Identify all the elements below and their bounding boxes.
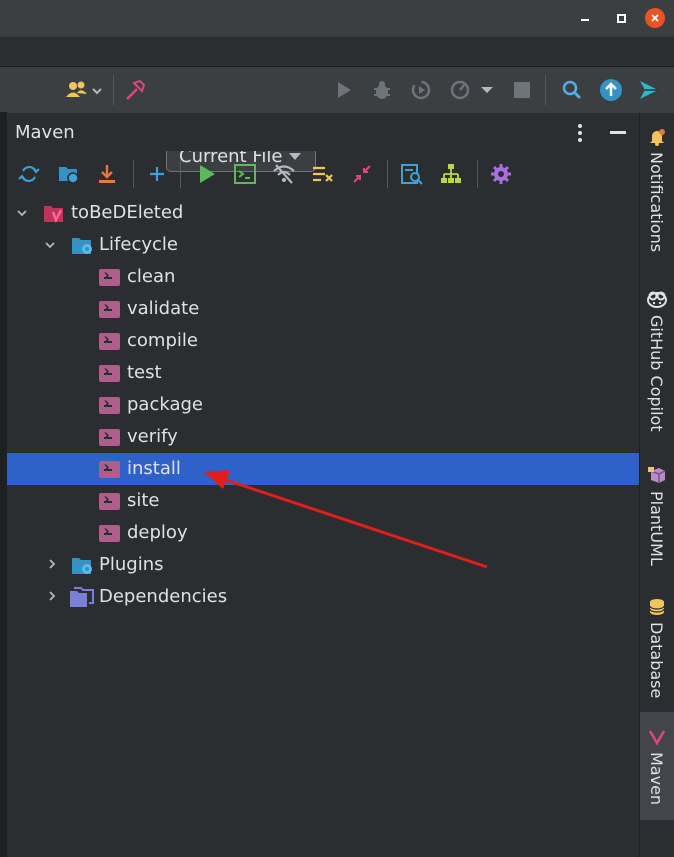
tab-notifications[interactable]: Notifications	[639, 128, 674, 252]
tab-plantuml[interactable]: PlantUML	[639, 465, 674, 566]
tab-label: Database	[647, 622, 666, 699]
annotation-arrow	[204, 470, 488, 569]
tab-label: PlantUML	[647, 491, 666, 566]
copilot-icon	[646, 291, 667, 308]
tab-label: Maven	[647, 752, 666, 806]
plantuml-icon	[647, 467, 665, 483]
database-icon	[648, 599, 665, 615]
bell-icon	[649, 129, 665, 146]
maven-icon	[648, 730, 665, 746]
tab-label: GitHub Copilot	[647, 315, 666, 432]
tab-maven[interactable]: Maven	[639, 728, 674, 805]
tab-label: Notifications	[647, 152, 666, 253]
tab-database[interactable]: Database	[639, 598, 674, 698]
tab-github-copilot[interactable]: GitHub Copilot	[639, 289, 674, 432]
